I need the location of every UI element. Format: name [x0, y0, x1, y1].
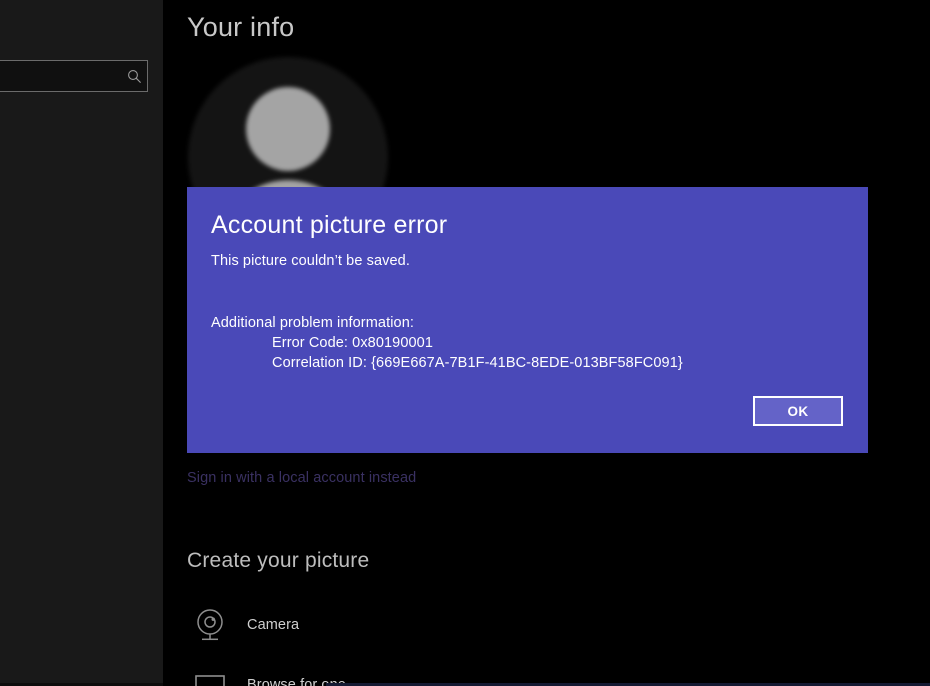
- page-title: Your info: [187, 12, 295, 42]
- search-icon[interactable]: [121, 61, 147, 91]
- sign-in-local-account-link[interactable]: Sign in with a local account instead: [187, 470, 416, 486]
- create-picture-option-camera[interactable]: Camera: [187, 602, 299, 648]
- browse-folder-icon: [187, 662, 233, 686]
- dialog-message: This picture couldn’t be saved.: [211, 253, 410, 269]
- account-picture-error-dialog: Account picture error This picture could…: [187, 187, 868, 453]
- sidebar-item-family-and-other-users[interactable]: sers: [0, 356, 163, 390]
- settings-window: s chool sers gs Your info Sign in with a…: [0, 0, 930, 686]
- dialog-error-code-line: Error Code: 0x80190001: [272, 335, 433, 351]
- sidebar-item-access-work-or-school[interactable]: chool: [0, 308, 163, 342]
- sidebar-item-your-info[interactable]: s: [0, 211, 163, 245]
- camera-icon: [187, 602, 233, 648]
- create-picture-option-browse[interactable]: Browse for one: [187, 662, 346, 686]
- create-picture-option-label: Camera: [247, 617, 300, 633]
- search-input[interactable]: [0, 60, 148, 92]
- create-your-picture-heading: Create your picture: [187, 549, 370, 572]
- dialog-title: Account picture error: [211, 211, 448, 239]
- dialog-correlation-id-line: Correlation ID: {669E667A-7B1F-41BC-8EDE…: [272, 355, 683, 371]
- ok-button[interactable]: OK: [753, 396, 843, 426]
- avatar-head-shape: [246, 87, 330, 171]
- sidebar-item-sync-your-settings[interactable]: gs: [0, 404, 163, 438]
- dialog-details: Additional problem information: Error Co…: [211, 313, 683, 373]
- settings-sidebar: s chool sers gs: [0, 0, 163, 686]
- dialog-details-heading: Additional problem information:: [211, 315, 414, 331]
